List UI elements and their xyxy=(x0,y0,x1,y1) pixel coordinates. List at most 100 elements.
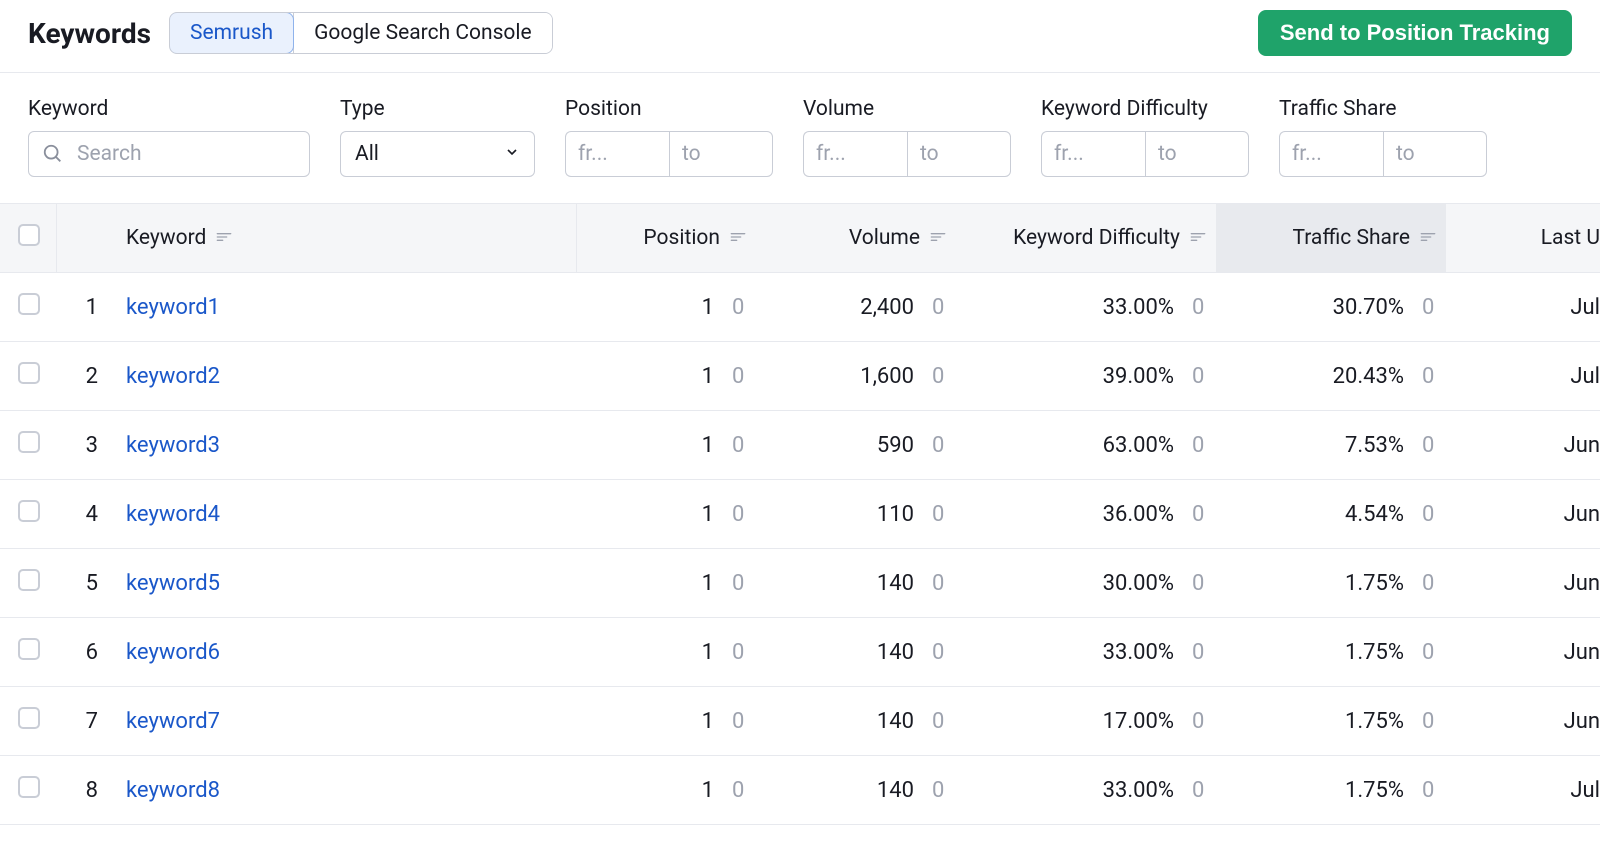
last-update-value: Jul xyxy=(1446,273,1600,342)
position-delta: 0 xyxy=(732,295,746,320)
ts-from-input[interactable] xyxy=(1279,131,1383,177)
ts-delta: 0 xyxy=(1422,502,1436,527)
type-select-value: All xyxy=(355,142,379,166)
ts-value: 30.70% xyxy=(1333,295,1404,320)
position-value: 1 xyxy=(702,571,714,596)
select-all-checkbox[interactable] xyxy=(18,224,40,246)
ts-delta: 0 xyxy=(1422,433,1436,458)
ts-delta: 0 xyxy=(1422,640,1436,665)
volume-delta: 0 xyxy=(932,640,946,665)
ts-to-input[interactable] xyxy=(1383,131,1487,177)
row-index: 5 xyxy=(56,549,116,618)
position-delta: 0 xyxy=(732,433,746,458)
send-to-position-tracking-button[interactable]: Send to Position Tracking xyxy=(1258,10,1572,56)
kd-delta: 0 xyxy=(1192,433,1206,458)
row-checkbox[interactable] xyxy=(18,500,40,522)
ts-value: 20.43% xyxy=(1333,364,1404,389)
last-update-value: Jun xyxy=(1446,618,1600,687)
kd-value: 17.00% xyxy=(1103,709,1174,734)
row-index: 4 xyxy=(56,480,116,549)
row-index: 6 xyxy=(56,618,116,687)
volume-value: 140 xyxy=(877,709,914,734)
keyword-link[interactable]: keyword7 xyxy=(126,709,220,734)
kd-value: 30.00% xyxy=(1103,571,1174,596)
type-select[interactable]: All xyxy=(340,131,535,177)
position-value: 1 xyxy=(702,709,714,734)
keyword-link[interactable]: keyword1 xyxy=(126,295,220,320)
chevron-down-icon xyxy=(504,142,520,166)
last-update-value: Jun xyxy=(1446,687,1600,756)
position-delta: 0 xyxy=(732,709,746,734)
row-checkbox[interactable] xyxy=(18,569,40,591)
tab-google-search-console[interactable]: Google Search Console xyxy=(293,13,552,53)
col-volume-header[interactable]: Volume xyxy=(756,204,956,273)
kd-value: 39.00% xyxy=(1103,364,1174,389)
kd-value: 33.00% xyxy=(1103,295,1174,320)
table-row: 1keyword1102,400033.00%030.70%0Jul xyxy=(0,273,1600,342)
row-checkbox[interactable] xyxy=(18,707,40,729)
header-bar: Keywords Semrush Google Search Console S… xyxy=(0,0,1600,73)
volume-delta: 0 xyxy=(932,778,946,803)
ts-delta: 0 xyxy=(1422,778,1436,803)
position-value: 1 xyxy=(702,295,714,320)
row-index: 3 xyxy=(56,411,116,480)
col-position-header[interactable]: Position xyxy=(576,204,756,273)
table-row: 2keyword2101,600039.00%020.43%0Jul xyxy=(0,342,1600,411)
keyword-link[interactable]: keyword4 xyxy=(126,502,220,527)
position-delta: 0 xyxy=(732,778,746,803)
search-icon xyxy=(42,143,64,165)
keyword-link[interactable]: keyword8 xyxy=(126,778,220,803)
filter-keyword-label: Keyword xyxy=(28,97,310,121)
row-checkbox[interactable] xyxy=(18,362,40,384)
tab-semrush[interactable]: Semrush xyxy=(169,12,294,54)
row-checkbox[interactable] xyxy=(18,431,40,453)
ts-value: 1.75% xyxy=(1345,640,1404,665)
kd-to-input[interactable] xyxy=(1145,131,1249,177)
sort-icon xyxy=(216,226,232,250)
position-delta: 0 xyxy=(732,502,746,527)
sort-icon xyxy=(1190,226,1206,250)
ts-delta: 0 xyxy=(1422,709,1436,734)
volume-delta: 0 xyxy=(932,502,946,527)
table-row: 4keyword410110036.00%04.54%0Jun xyxy=(0,480,1600,549)
last-update-value: Jun xyxy=(1446,549,1600,618)
table-row: 5keyword510140030.00%01.75%0Jun xyxy=(0,549,1600,618)
col-kd-header[interactable]: Keyword Difficulty xyxy=(956,204,1216,273)
ts-value: 1.75% xyxy=(1345,571,1404,596)
position-to-input[interactable] xyxy=(669,131,773,177)
volume-from-input[interactable] xyxy=(803,131,907,177)
row-index: 2 xyxy=(56,342,116,411)
table-row: 7keyword710140017.00%01.75%0Jun xyxy=(0,687,1600,756)
keywords-table: Keyword Position Volume Keyword Difficul… xyxy=(0,203,1600,825)
ts-value: 4.54% xyxy=(1345,502,1404,527)
col-last-header[interactable]: Last U xyxy=(1446,204,1600,273)
position-delta: 0 xyxy=(732,364,746,389)
filter-position-label: Position xyxy=(565,97,773,121)
volume-delta: 0 xyxy=(932,571,946,596)
keyword-link[interactable]: keyword6 xyxy=(126,640,220,665)
volume-value: 2,400 xyxy=(860,295,914,320)
ts-value: 7.53% xyxy=(1345,433,1404,458)
keyword-link[interactable]: keyword2 xyxy=(126,364,220,389)
col-traffic-share-header[interactable]: Traffic Share xyxy=(1216,204,1446,273)
keyword-link[interactable]: keyword3 xyxy=(126,433,220,458)
row-checkbox[interactable] xyxy=(18,638,40,660)
kd-delta: 0 xyxy=(1192,640,1206,665)
kd-delta: 0 xyxy=(1192,778,1206,803)
kd-from-input[interactable] xyxy=(1041,131,1145,177)
position-from-input[interactable] xyxy=(565,131,669,177)
last-update-value: Jun xyxy=(1446,411,1600,480)
filter-volume-label: Volume xyxy=(803,97,1011,121)
volume-to-input[interactable] xyxy=(907,131,1011,177)
ts-delta: 0 xyxy=(1422,571,1436,596)
row-checkbox[interactable] xyxy=(18,293,40,315)
col-keyword-header[interactable]: Keyword xyxy=(116,204,576,273)
row-checkbox[interactable] xyxy=(18,776,40,798)
row-index: 7 xyxy=(56,687,116,756)
kd-delta: 0 xyxy=(1192,709,1206,734)
source-tabs: Semrush Google Search Console xyxy=(169,12,553,54)
keyword-link[interactable]: keyword5 xyxy=(126,571,220,596)
position-delta: 0 xyxy=(732,571,746,596)
volume-value: 140 xyxy=(877,640,914,665)
search-input[interactable] xyxy=(28,131,310,177)
